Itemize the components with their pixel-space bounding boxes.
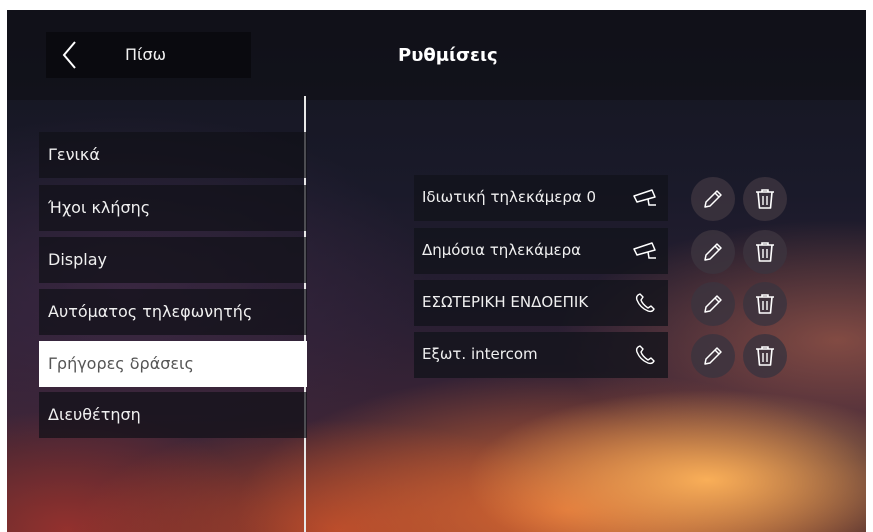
menu-item-answering-machine[interactable]: Αυτόματος τηλεφωνητής [39,289,307,335]
quick-action-button[interactable]: Εξωτ. intercom [414,332,668,378]
quick-action-button[interactable]: Δημόσια τηλεκάμερα [414,228,668,274]
menu-item-label: Διευθέτηση [48,405,141,424]
menu-item-label: Ήχοι κλήσης [48,198,151,217]
chevron-left-icon [62,41,76,69]
trash-icon [756,242,774,262]
camera-icon [633,242,656,259]
page-title: Ρυθμίσεις [398,45,498,66]
menu-item-label: Αυτόματος τηλεφωνητής [48,302,253,321]
menu-item-display[interactable]: Display [39,237,307,283]
trash-icon [756,294,774,314]
phone-icon [635,293,655,313]
delete-button[interactable] [743,334,787,378]
delete-button[interactable] [743,230,787,274]
quick-action-button[interactable]: ΕΣΩΤΕΡΙΚΗ ΕΝΔΟΕΠΙΚ [414,280,668,326]
pencil-icon [704,243,722,261]
camera-icon [633,189,656,206]
back-button[interactable]: Πίσω [46,32,251,78]
edit-button[interactable] [691,230,735,274]
pencil-icon [704,190,722,208]
menu-item-quick-actions[interactable]: Γρήγορες δράσεις [39,341,307,387]
edit-button[interactable] [691,334,735,378]
trash-icon [756,189,774,209]
quick-action-button[interactable]: Ιδιωτική τηλεκάμερα 0 [414,175,668,221]
quick-action-label: Ιδιωτική τηλεκάμερα 0 [422,188,597,206]
delete-button[interactable] [743,282,787,326]
phone-icon [635,345,655,365]
menu-item-ringtones[interactable]: Ήχοι κλήσης [39,185,307,231]
menu-item-label: Display [48,250,107,269]
device-screen: Πίσω Ρυθμίσεις Γενικά Ήχοι κλήσης Displa… [0,0,873,532]
pencil-icon [704,347,722,365]
quick-action-label: Δημόσια τηλεκάμερα [422,241,582,259]
quick-action-label: ΕΣΩΤΕΡΙΚΗ ΕΝΔΟΕΠΙΚ [422,293,589,311]
quick-action-label: Εξωτ. intercom [422,345,538,363]
edit-button[interactable] [691,177,735,221]
back-label: Πίσω [125,45,166,64]
pencil-icon [704,295,722,313]
menu-item-label: Γενικά [48,145,100,164]
menu-item-label: Γρήγορες δράσεις [48,354,194,373]
menu-item-configuration[interactable]: Διευθέτηση [39,392,307,438]
delete-button[interactable] [743,177,787,221]
trash-icon [756,346,774,366]
menu-item-general[interactable]: Γενικά [39,132,307,178]
display-area: Πίσω Ρυθμίσεις Γενικά Ήχοι κλήσης Displa… [7,10,866,532]
edit-button[interactable] [691,282,735,326]
